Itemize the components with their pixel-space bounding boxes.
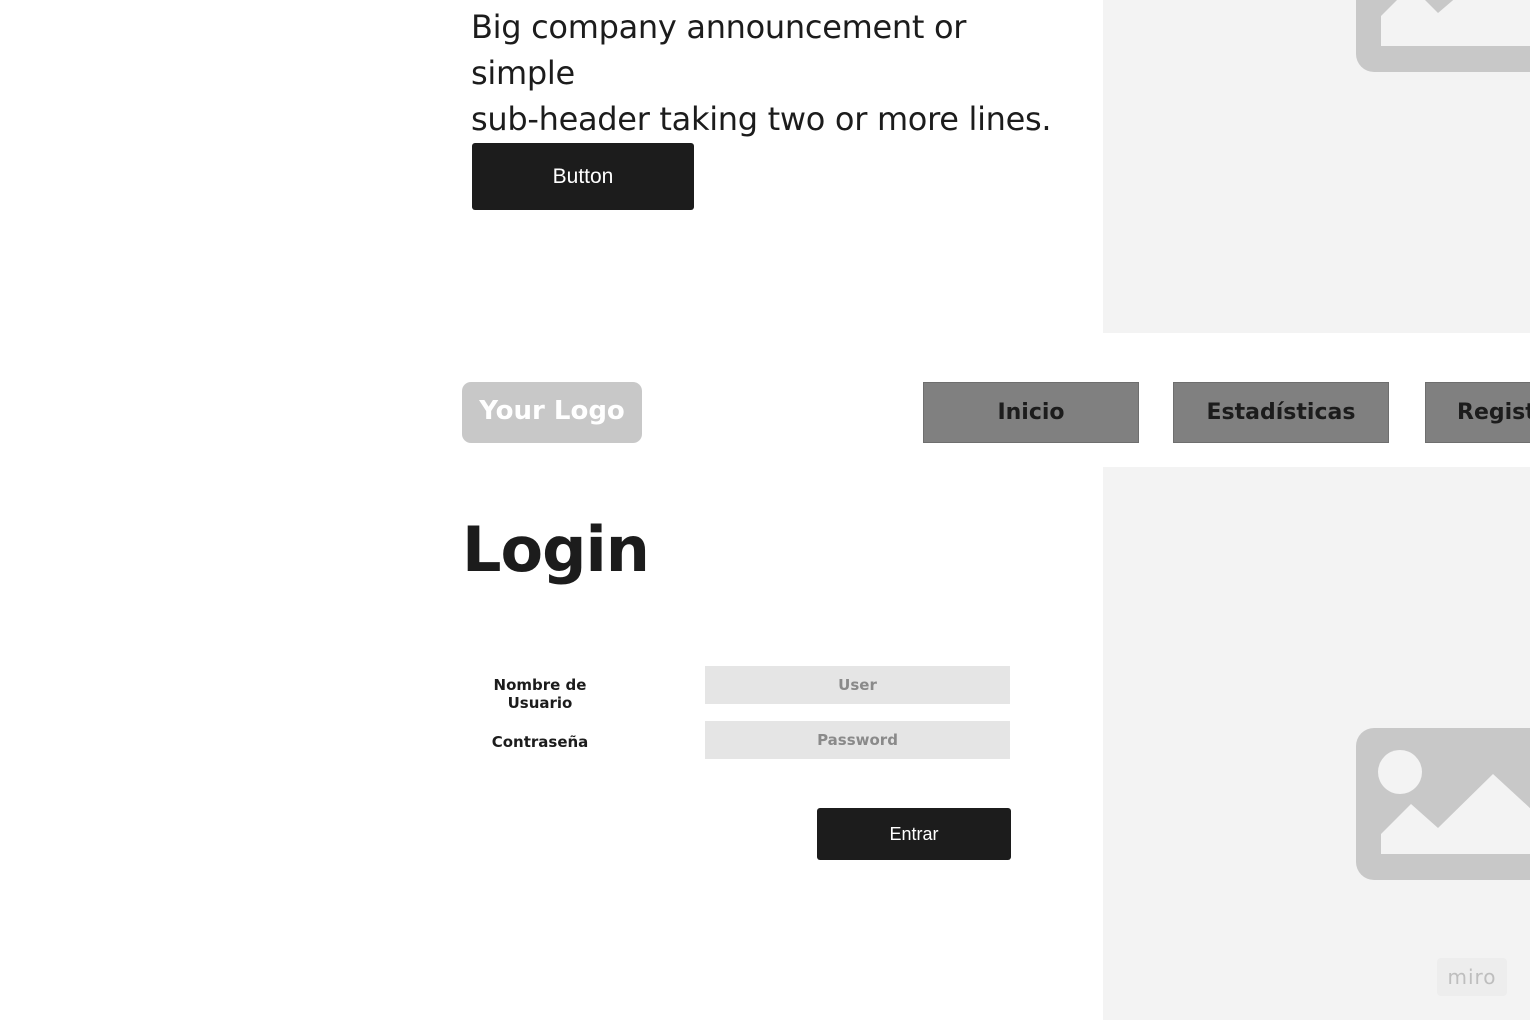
miro-watermark: miro	[1437, 958, 1507, 996]
hero-subheader-line-1: Big company announcement or simple	[471, 8, 967, 92]
password-label: Contraseña	[491, 733, 589, 751]
logo[interactable]: Your Logo	[462, 382, 642, 443]
image-placeholder-icon	[1356, 728, 1530, 880]
username-field[interactable]	[705, 666, 1010, 704]
nav-item-registro[interactable]: Regist	[1425, 382, 1530, 443]
username-label: Nombre de Usuario	[493, 676, 587, 712]
nav-item-estadisticas[interactable]: Estadísticas	[1173, 382, 1389, 443]
hero-subheader: Big company announcement or simple sub-h…	[471, 4, 1071, 142]
page-title: Login	[462, 513, 650, 586]
nav-item-inicio[interactable]: Inicio	[923, 382, 1139, 443]
wireframe-canvas: Big company announcement or simple sub-h…	[0, 0, 1530, 1020]
login-submit-button[interactable]: Entrar	[817, 808, 1011, 860]
password-field[interactable]	[705, 721, 1010, 759]
image-placeholder-icon	[1356, 0, 1530, 72]
hero-button[interactable]: Button	[472, 143, 694, 210]
hero-subheader-line-2: sub-header taking two or more lines.	[471, 100, 1052, 138]
